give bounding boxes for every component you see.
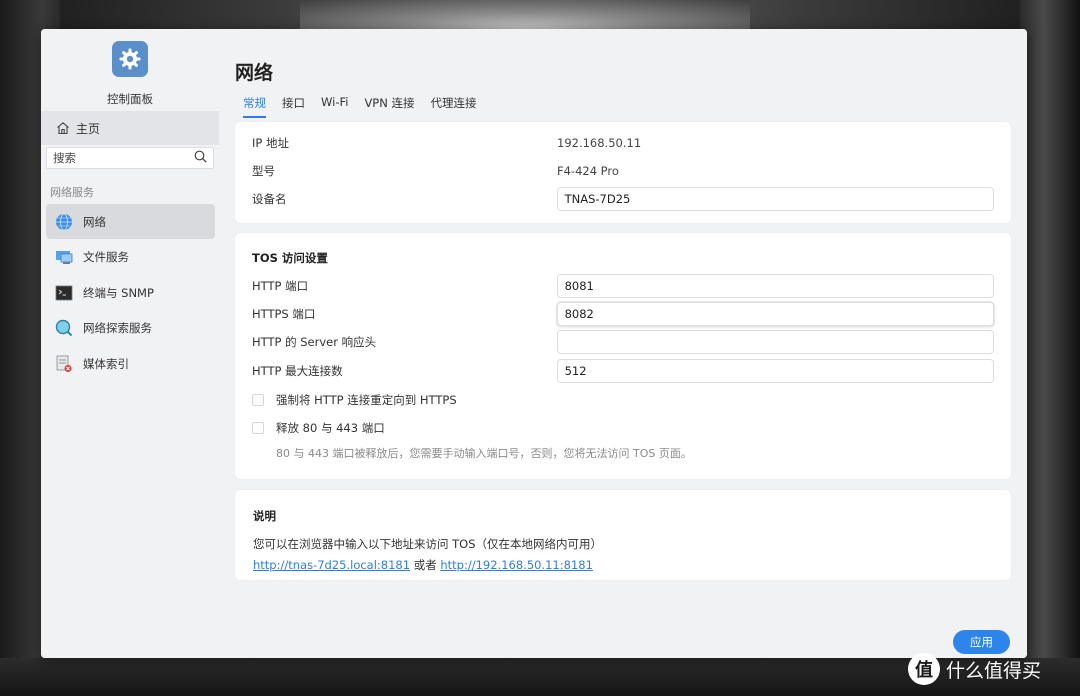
search-icon[interactable] (194, 150, 207, 166)
http-port-field[interactable]: 8081 (556, 274, 994, 298)
terminal-icon (55, 284, 73, 302)
monitor-icon (55, 248, 73, 266)
ip-value: 192.168.50.11 (557, 136, 642, 150)
sidebar-item-label: 媒体索引 (83, 356, 129, 371)
tos-access-heading: TOS 访问设置 (252, 251, 328, 265)
watermark: 值 什么值得买 (908, 653, 1041, 685)
tab-wifi[interactable]: Wi-Fi (321, 95, 348, 118)
home-label: 主页 (76, 121, 101, 136)
max-connections-label: HTTP 最大连接数 (252, 364, 343, 378)
control-panel-gear-icon (112, 41, 148, 77)
device-name-field[interactable]: TNAS-7D25 (556, 187, 994, 211)
model-row: 型号 F4-424 Pro (252, 160, 994, 182)
app-title: 控制面板 (107, 92, 153, 106)
release-ports-option[interactable]: 释放 80 与 443 端口 (252, 420, 385, 436)
https-port-row: HTTPS 端口 8082 (252, 302, 994, 326)
apply-button[interactable]: 应用 (953, 630, 1010, 654)
sidebar-item-label: 终端与 SNMP (83, 285, 154, 300)
ip-label: IP 地址 (252, 136, 289, 150)
sidebar-item-network-discovery[interactable]: 网络探索服务 (46, 311, 215, 346)
server-header-field[interactable] (556, 330, 994, 354)
redirect-https-option[interactable]: 强制将 HTTP 连接重定向到 HTTPS (252, 392, 457, 408)
tab-general[interactable]: 常规 (243, 95, 266, 118)
tab-interfaces[interactable]: 接口 (282, 95, 305, 118)
page-title: 网络 (235, 62, 274, 84)
device-name-label: 设备名 (252, 192, 287, 206)
release-ports-checkbox[interactable] (252, 422, 264, 434)
sidebar-item-label: 文件服务 (83, 250, 129, 264)
ip-address-link[interactable]: http://192.168.50.11:8181 (440, 558, 593, 572)
background-photo-top (300, 0, 750, 30)
https-port-label: HTTPS 端口 (252, 307, 316, 321)
sidebar-nav: 网络 文件服务 终端与 SNMP 网络探索服务 媒体索引 (46, 204, 215, 382)
main-content: 网络 常规 接口 Wi-Fi VPN 连接 代理连接 IP 地址 192.168… (219, 29, 1027, 658)
description-links: http://tnas-7d25.local:8181 或者 http://19… (253, 557, 593, 573)
redirect-https-label: 强制将 HTTP 连接重定向到 HTTPS (276, 393, 457, 407)
tab-vpn[interactable]: VPN 连接 (364, 95, 414, 118)
control-panel-window: 控制面板 主页 网络服务 网络 (41, 29, 1027, 658)
tab-proxy[interactable]: 代理连接 (431, 95, 477, 118)
sidebar-item-terminal-snmp[interactable]: 终端与 SNMP (46, 275, 215, 310)
description-text: 您可以在浏览器中输入以下地址来访问 TOS（仅在本地网络内可用） (253, 537, 603, 551)
redirect-https-checkbox[interactable] (252, 394, 264, 406)
or-text: 或者 (413, 558, 437, 572)
sidebar-item-label: 网络探索服务 (83, 321, 152, 335)
media-index-icon (55, 355, 73, 373)
max-connections-row: HTTP 最大连接数 512 (252, 359, 994, 383)
watermark-text: 什么值得买 (946, 659, 1042, 682)
release-ports-hint: 80 与 443 端口被释放后，您需要手动输入端口号，否则，您将无法访问 TOS… (276, 447, 692, 460)
sidebar-item-file-services[interactable]: 文件服务 (46, 240, 215, 275)
model-value: F4-424 Pro (557, 164, 619, 178)
watermark-badge: 值 (908, 653, 940, 685)
model-label: 型号 (252, 164, 275, 178)
sidebar-item-media-index[interactable]: 媒体索引 (46, 346, 215, 381)
sidebar-item-network[interactable]: 网络 (46, 204, 215, 239)
device-name-row: 设备名 TNAS-7D25 (252, 187, 994, 211)
description-heading: 说明 (253, 509, 276, 523)
globe-icon (55, 213, 73, 231)
release-ports-label: 释放 80 与 443 端口 (276, 421, 385, 435)
server-header-label: HTTP 的 Server 响应头 (252, 335, 377, 349)
max-connections-field[interactable]: 512 (556, 359, 994, 383)
server-header-row: HTTP 的 Server 响应头 (252, 330, 994, 354)
home-icon (54, 119, 72, 137)
general-info-card: IP 地址 192.168.50.11 型号 F4-424 Pro 设备名 TN… (235, 122, 1011, 223)
background-photo-right (1020, 0, 1080, 696)
section-label: 网络服务 (50, 186, 94, 199)
http-port-row: HTTP 端口 8081 (252, 274, 994, 298)
local-hostname-link[interactable]: http://tnas-7d25.local:8181 (253, 558, 410, 572)
http-port-label: HTTP 端口 (252, 279, 309, 293)
ip-row: IP 地址 192.168.50.11 (252, 132, 994, 154)
tos-access-card: TOS 访问设置 HTTP 端口 8081 HTTPS 端口 8082 HTTP… (235, 233, 1011, 479)
https-port-field[interactable]: 8082 (556, 302, 994, 326)
sidebar-item-label: 网络 (83, 214, 106, 229)
tab-bar: 常规 接口 Wi-Fi VPN 连接 代理连接 (243, 95, 493, 118)
sidebar-item-home[interactable]: 主页 (41, 111, 219, 145)
description-card: 说明 您可以在浏览器中输入以下地址来访问 TOS（仅在本地网络内可用） http… (235, 490, 1011, 580)
sidebar: 控制面板 主页 网络服务 网络 (41, 29, 219, 658)
discovery-icon (55, 319, 73, 337)
search-input[interactable] (53, 151, 194, 165)
search-box[interactable] (46, 147, 214, 169)
